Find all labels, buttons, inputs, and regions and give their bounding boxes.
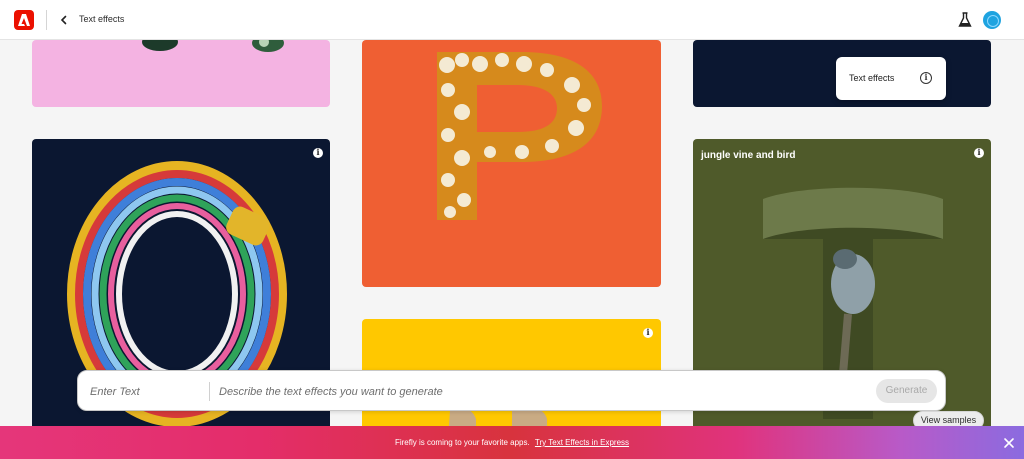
prompt-divider — [209, 382, 210, 401]
card-artwork — [437, 52, 602, 220]
promo-banner: Firefly is coming to your favorite apps.… — [0, 426, 1024, 459]
banner-link[interactable]: Try Text Effects in Express — [535, 438, 629, 447]
info-icon[interactable] — [974, 147, 984, 158]
page-title: Text effects — [79, 14, 125, 24]
close-icon[interactable] — [1003, 436, 1015, 448]
card-artwork — [142, 40, 284, 52]
info-icon[interactable] — [920, 72, 932, 84]
banner-message: Firefly is coming to your favorite apps. — [394, 438, 530, 447]
effect-card-pink[interactable] — [32, 40, 330, 107]
effect-card-popcorn-p[interactable] — [362, 40, 661, 287]
generate-button[interactable]: Generate — [876, 379, 937, 403]
beaker-icon[interactable] — [958, 12, 972, 28]
text-effects-tooltip: Text effects — [836, 57, 946, 100]
chevron-left-icon[interactable] — [56, 12, 72, 28]
header-divider — [46, 10, 47, 30]
tooltip-label: Text effects — [849, 73, 895, 83]
prompt-bar: Generate — [77, 370, 946, 411]
info-icon[interactable] — [313, 147, 323, 158]
text-input[interactable] — [90, 383, 200, 401]
user-avatar[interactable] — [983, 11, 1001, 29]
banner-text: Firefly is coming to your favorite apps.… — [0, 438, 1024, 447]
top-header: Text effects — [0, 0, 1024, 40]
info-icon[interactable] — [643, 327, 653, 338]
description-input[interactable] — [219, 383, 859, 401]
adobe-logo-icon[interactable] — [14, 10, 34, 30]
card-caption: jungle vine and bird — [701, 150, 796, 161]
